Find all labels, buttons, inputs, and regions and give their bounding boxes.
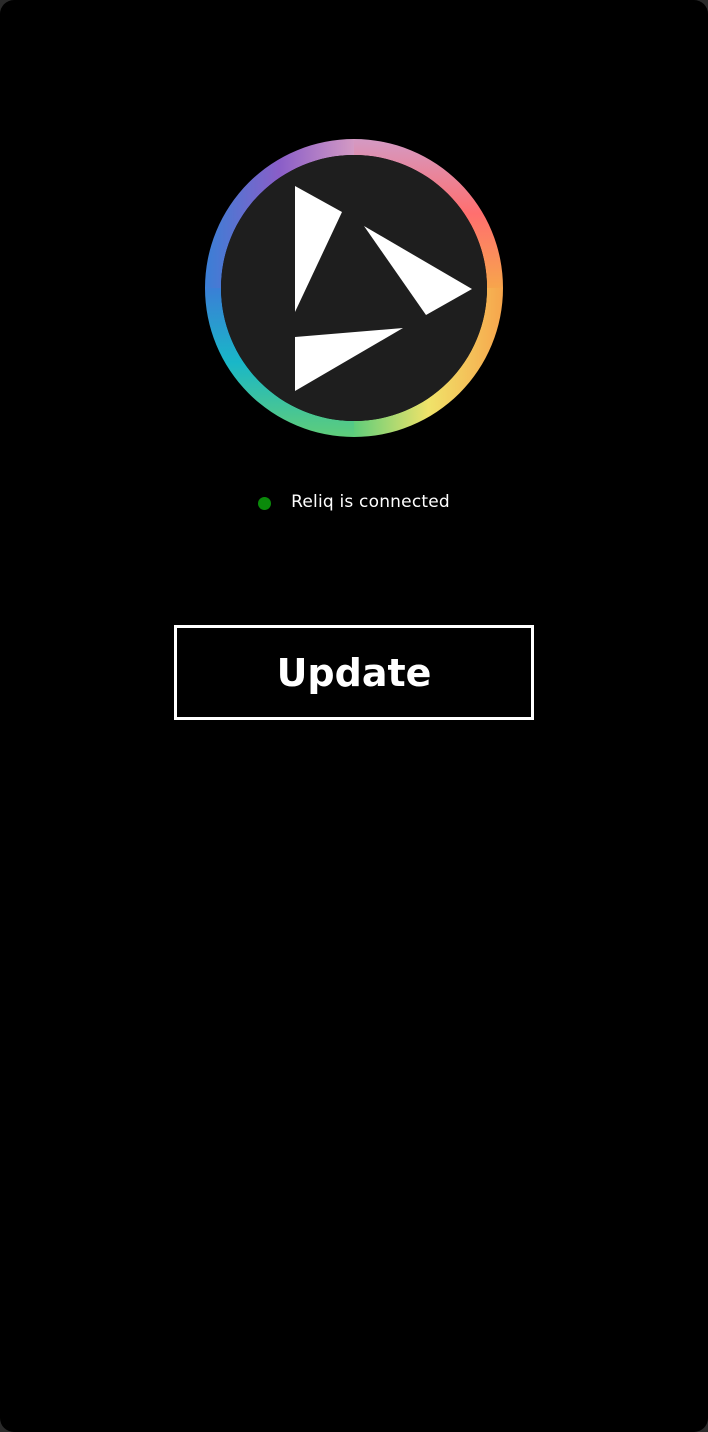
- logo-graphic: [205, 139, 503, 437]
- app-window: Reliq is connected Update: [0, 0, 708, 1432]
- connection-status: Reliq is connected: [0, 488, 708, 516]
- status-text: Reliq is connected: [291, 492, 450, 512]
- update-button[interactable]: Update: [174, 625, 534, 720]
- reliq-logo-icon: [204, 138, 504, 438]
- status-dot-icon: [258, 497, 272, 510]
